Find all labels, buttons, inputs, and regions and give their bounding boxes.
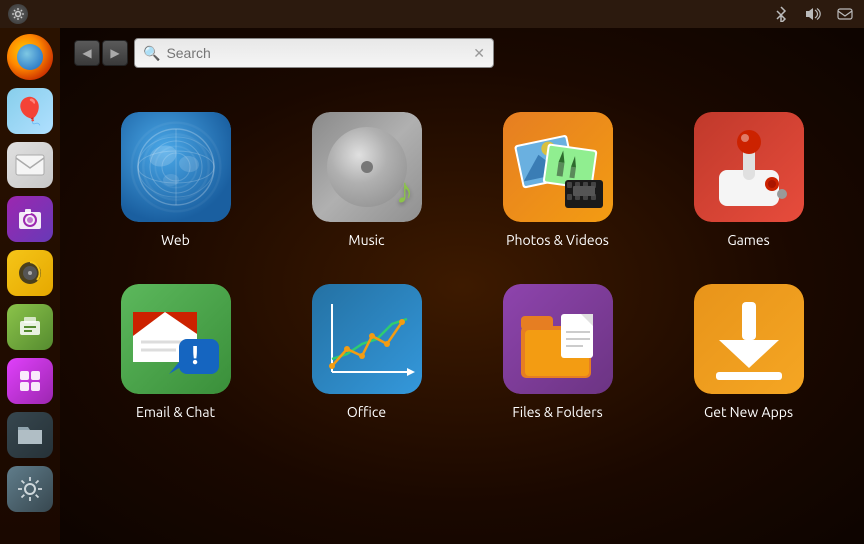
sidebar-item-firefox[interactable]	[5, 32, 55, 82]
mail-notification-icon[interactable]	[834, 3, 856, 25]
getnew-label: Get New Apps	[704, 404, 793, 420]
sidebar-item-rhythmbox[interactable]	[5, 248, 55, 298]
files-icon	[503, 284, 613, 394]
sidebar-item-manager[interactable]	[5, 302, 55, 352]
system-menu-icon[interactable]	[8, 4, 28, 24]
app-item-web[interactable]: Web	[80, 96, 271, 268]
sidebar-item-system[interactable]	[5, 464, 55, 514]
search-input-wrapper[interactable]: 🔍 ✕	[134, 38, 494, 68]
top-panel-left	[8, 4, 28, 24]
sidebar-item-appmanager[interactable]	[5, 356, 55, 406]
search-bar-area: ◀ ▶ 🔍 ✕	[60, 28, 864, 76]
web-icon	[121, 112, 231, 222]
app-grid: Web ♪ Music	[60, 76, 864, 544]
volume-icon[interactable]	[802, 3, 824, 25]
app-item-office[interactable]: Office	[271, 268, 462, 440]
office-icon	[312, 284, 422, 394]
email-icon: !	[121, 284, 231, 394]
games-label: Games	[727, 232, 769, 248]
app-item-games[interactable]: Games	[653, 96, 844, 268]
app-item-music[interactable]: ♪ Music	[271, 96, 462, 268]
photos-icon	[503, 112, 613, 222]
nav-buttons: ◀ ▶	[74, 40, 128, 66]
back-button[interactable]: ◀	[74, 40, 100, 66]
sidebar: 🎈	[0, 28, 60, 544]
web-label: Web	[161, 232, 190, 248]
sidebar-item-files[interactable]	[5, 410, 55, 460]
games-icon	[694, 112, 804, 222]
main-content: ◀ ▶ 🔍 ✕	[60, 28, 864, 544]
app-item-photos[interactable]: Photos & Videos	[462, 96, 653, 268]
app-item-files[interactable]: Files & Folders	[462, 268, 653, 440]
music-label: Music	[348, 232, 384, 248]
getnew-icon	[694, 284, 804, 394]
photos-label: Photos & Videos	[506, 232, 609, 248]
email-label: Email & Chat	[136, 404, 215, 420]
sidebar-item-mail[interactable]	[5, 140, 55, 190]
search-input[interactable]	[166, 45, 467, 61]
search-magnifier-icon: 🔍	[143, 45, 160, 62]
app-item-email[interactable]: ! Email & Chat	[80, 268, 271, 440]
svg-text:!: !	[191, 340, 198, 369]
search-clear-icon[interactable]: ✕	[473, 45, 485, 62]
app-item-getnew[interactable]: Get New Apps	[653, 268, 844, 440]
sidebar-item-shotwell[interactable]	[5, 194, 55, 244]
office-label: Office	[347, 404, 386, 420]
bluetooth-icon[interactable]	[770, 3, 792, 25]
forward-button[interactable]: ▶	[102, 40, 128, 66]
top-panel	[0, 0, 864, 28]
sidebar-item-balloon[interactable]: 🎈	[5, 86, 55, 136]
music-icon: ♪	[312, 112, 422, 222]
top-panel-right	[770, 3, 856, 25]
files-label: Files & Folders	[512, 404, 602, 420]
